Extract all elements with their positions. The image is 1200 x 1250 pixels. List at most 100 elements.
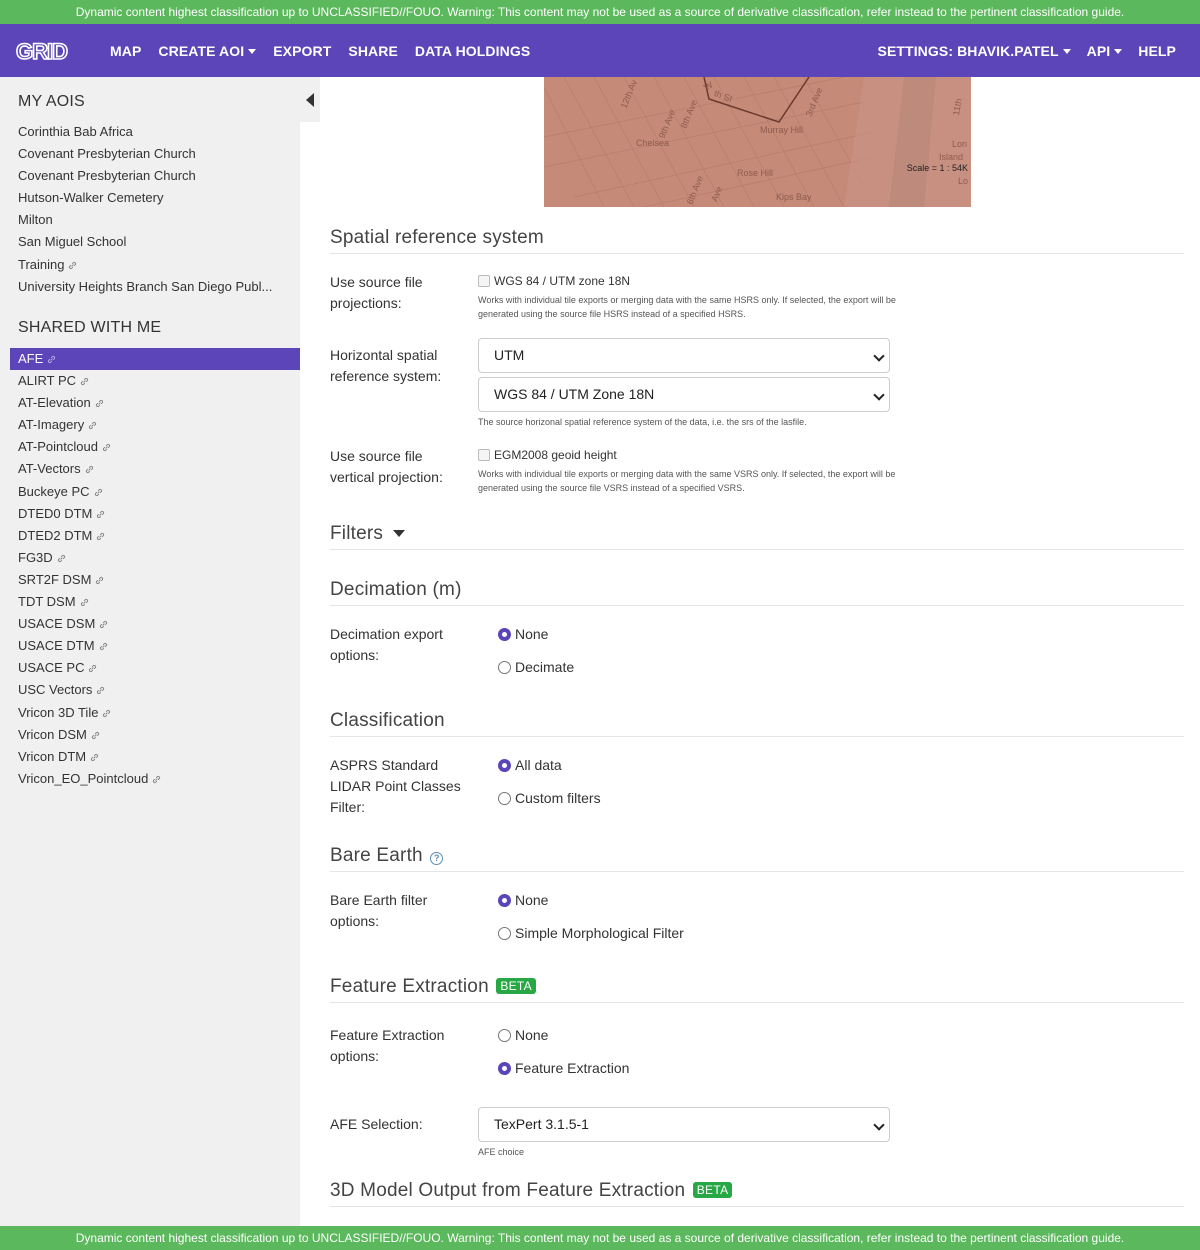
nav-share[interactable]: SHARE [348, 43, 398, 59]
classification-option-label: All data [515, 757, 562, 773]
shared-with-me-list: AFE ALIRT PC AT-Elevation AT-Imagery AT-Poin… [10, 348, 300, 790]
feature-extraction-option-fe[interactable]: Feature Extraction [498, 1060, 629, 1076]
sidebar-aoi-item[interactable]: University Heights Branch San Diego Publ… [10, 276, 300, 298]
decimation-section-title: Decimation (m) [330, 579, 1184, 606]
feature-extraction-option-label: Feature Extraction [515, 1060, 630, 1076]
link-icon [69, 261, 77, 269]
sidebar-shared-item[interactable]: ALIRT PC [10, 370, 300, 392]
sidebar-aoi-item[interactable]: Hutson-Walker Cemetery [10, 187, 300, 209]
decimation-option-none[interactable]: None [498, 626, 548, 642]
sidebar-shared-item[interactable]: FG3D [10, 547, 300, 569]
sidebar-shared-item[interactable]: AT-Vectors [10, 458, 300, 480]
filters-section-title[interactable]: Filters [330, 523, 1184, 550]
sidebar-aoi-item[interactable]: San Miguel School [10, 231, 300, 253]
srs-section-title: Spatial reference system [330, 227, 1184, 254]
sidebar-shared-label: AT-Elevation [18, 395, 91, 411]
vertical-proj-checkbox[interactable] [478, 449, 490, 461]
sidebar-shared-item[interactable]: USACE DTM [10, 635, 300, 657]
sidebar-shared-item[interactable]: AT-Imagery [10, 414, 300, 436]
grid-logo[interactable]: GRID [16, 39, 86, 63]
sidebar-shared-label: SRT2F DSM [18, 571, 92, 587]
sidebar-shared-label: USACE DSM [18, 616, 96, 632]
sidebar-shared-item[interactable]: USACE PC [10, 657, 300, 679]
sidebar-shared-item[interactable]: Vricon_EO_Pointcloud [10, 768, 300, 790]
bare-earth-option-label: None [515, 892, 549, 908]
chevron-down-icon [873, 350, 885, 362]
sidebar-shared-label: USACE DTM [18, 638, 95, 654]
sidebar-shared-item[interactable]: Vricon DSM [10, 724, 300, 746]
hsrs-type-select[interactable]: UTM [478, 338, 890, 373]
nav-api[interactable]: API [1087, 43, 1123, 59]
sidebar-shared-label: USACE PC [18, 660, 85, 676]
sidebar-shared-label: AFE [18, 351, 44, 366]
nav-data-holdings[interactable]: DATA HOLDINGS [415, 43, 530, 59]
bare-earth-option-smf[interactable]: Simple Morphological Filter [498, 925, 684, 941]
beta-badge: BETA [692, 1182, 733, 1198]
source-proj-checkbox-row[interactable]: WGS 84 / UTM zone 18N [478, 274, 630, 288]
radio-button[interactable] [498, 758, 511, 772]
radio-button[interactable] [498, 1028, 511, 1042]
link-icon [153, 775, 161, 783]
classification-option-all[interactable]: All data [498, 757, 562, 773]
sidebar-aoi-item[interactable]: Covenant Presbyterian Church [10, 143, 300, 165]
sidebar-shared-item[interactable]: Buckeye PC [10, 481, 300, 503]
radio-button[interactable] [498, 791, 511, 805]
sidebar-shared-item[interactable]: Vricon 3D Tile [10, 702, 300, 724]
sidebar-aoi-item[interactable]: Corinthia Bab Africa [10, 121, 300, 143]
sidebar-collapse-button[interactable] [300, 77, 320, 122]
sidebar-shared-item[interactable]: DTED2 DTM [10, 525, 300, 547]
sidebar-aoi-item[interactable]: Training [10, 254, 300, 276]
sidebar-shared-item[interactable]: AT-Elevation [10, 392, 300, 414]
source-proj-checkbox[interactable] [478, 275, 490, 287]
sidebar-aoi-item[interactable]: Milton [10, 209, 300, 231]
sidebar-shared-item[interactable]: TDT DSM [10, 591, 300, 613]
decimation-option-label: None [515, 626, 549, 642]
bare-earth-option-none[interactable]: None [498, 892, 548, 908]
link-icon [97, 687, 105, 695]
nav-settings[interactable]: SETTINGS: BHAVIK.PATEL [878, 43, 1071, 59]
radio-button[interactable] [498, 926, 511, 940]
radio-button[interactable] [498, 1061, 511, 1075]
sidebar-shared-item[interactable]: AT-Pointcloud [10, 436, 300, 458]
link-icon [95, 400, 103, 408]
feature-extraction-label: Feature Extraction options: [330, 1027, 445, 1064]
map-streets-graphic [544, 77, 971, 207]
sidebar-shared-item[interactable]: USC Vectors [10, 679, 300, 701]
grid-logo-icon: GRID [16, 40, 69, 62]
classification-option-custom[interactable]: Custom filters [498, 790, 601, 806]
aoi-map-preview[interactable]: 12th Av 9th Ave 8th Ave W th St 3rd Ave … [544, 77, 971, 207]
radio-button[interactable] [498, 893, 511, 907]
model-output-title-label: 3D Model Output from Feature Extraction [330, 1180, 686, 1201]
sidebar-aoi-label: Hutson-Walker Cemetery [18, 190, 164, 206]
classification-label: ASPRS Standard LIDAR Point Classes Filte… [330, 757, 461, 815]
nav-export[interactable]: EXPORT [273, 43, 331, 59]
link-icon [94, 488, 102, 496]
nav-map[interactable]: MAP [110, 43, 141, 59]
sidebar-shared-item[interactable]: SRT2F DSM [10, 569, 300, 591]
sidebar-shared-item[interactable]: Vricon DTM [10, 746, 300, 768]
nav-create-aoi[interactable]: CREATE AOI [158, 43, 257, 59]
sidebar-shared-item[interactable]: AFE [10, 348, 300, 371]
sidebar-aoi-label: Milton [18, 212, 53, 228]
bare-earth-title-label: Bare Earth [330, 845, 423, 866]
map-label: Kips Bay [776, 192, 812, 202]
decimation-option-decimate[interactable]: Decimate [498, 659, 574, 675]
help-circle-icon[interactable]: ? [430, 852, 444, 865]
sidebar-shared-item[interactable]: USACE DSM [10, 613, 300, 635]
sidebar-aoi-label: San Miguel School [18, 234, 127, 250]
radio-button[interactable] [498, 627, 511, 641]
sidebar-aoi-label: Corinthia Bab Africa [18, 124, 133, 139]
sidebar-shared-label: AT-Imagery [18, 417, 85, 433]
nav-help[interactable]: HELP [1138, 43, 1176, 59]
sidebar-shared-label: DTED0 DTM [18, 505, 93, 521]
hsrs-zone-select[interactable]: WGS 84 / UTM Zone 18N [478, 377, 890, 412]
afe-selection-select[interactable]: TexPert 3.1.5-1 [478, 1107, 890, 1142]
map-label: Lo [958, 176, 969, 186]
sidebar-shared-label: FG3D [18, 549, 53, 565]
radio-button[interactable] [498, 660, 511, 674]
sidebar-aoi-item[interactable]: Covenant Presbyterian Church [10, 165, 300, 187]
vertical-proj-checkbox-row[interactable]: EGM2008 geoid height [478, 448, 617, 462]
feature-extraction-option-none[interactable]: None [498, 1027, 548, 1043]
sidebar-shared-item[interactable]: DTED0 DTM [10, 503, 300, 525]
source-proj-help: Works with individual tile exports or me… [478, 295, 896, 319]
